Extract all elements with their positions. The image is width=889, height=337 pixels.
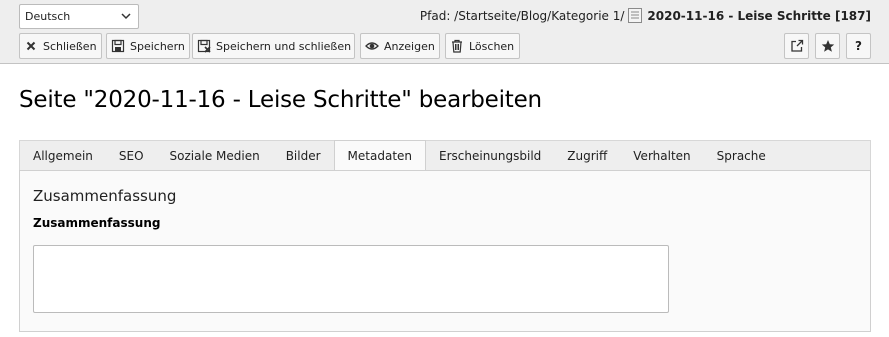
tab-sprache[interactable]: Sprache (704, 141, 779, 171)
view-button-label: Anzeigen (384, 39, 435, 53)
help-icon: ? (855, 39, 862, 53)
help-button[interactable]: ? (846, 33, 871, 59)
open-new-window-button[interactable] (784, 33, 809, 59)
close-icon (26, 41, 36, 51)
summary-field-label: Zusammenfassung (33, 216, 161, 230)
delete-button-label: Löschen (469, 39, 515, 53)
bookmark-button[interactable] (815, 33, 840, 59)
tab-allgemein[interactable]: Allgemein (20, 141, 106, 171)
breadcrumb-path: Pfad: /Startseite/Blog/Kategorie 1/ (419, 8, 625, 23)
tab-verhalten[interactable]: Verhalten (620, 141, 703, 171)
section-title: Zusammenfassung (33, 187, 177, 205)
docheader: Deutsch Pfad: /Startseite/Blog/Kategorie… (0, 0, 889, 64)
tab-seo[interactable]: SEO (106, 141, 157, 171)
floppy-disk-close-icon (197, 39, 211, 53)
close-button[interactable]: Schließen (19, 33, 102, 59)
tab-soziale-medien[interactable]: Soziale Medien (157, 141, 273, 171)
save-close-button[interactable]: Speichern und schließen (192, 33, 355, 59)
tab-panel-metadaten: Zusammenfassung Zusammenfassung (19, 170, 871, 332)
star-icon (821, 40, 834, 52)
record-title: 2020-11-16 - Leise Schritte [187] (647, 8, 871, 23)
floppy-disk-icon (111, 39, 125, 53)
save-button-label: Speichern (130, 39, 185, 53)
page-title: Seite "2020-11-16 - Leise Schritte" bear… (19, 87, 542, 113)
tab-zugriff[interactable]: Zugriff (554, 141, 620, 171)
view-button[interactable]: Anzeigen (360, 33, 440, 59)
external-link-icon (790, 39, 803, 52)
delete-button[interactable]: Löschen (445, 33, 520, 59)
tab-bilder[interactable]: Bilder (273, 141, 334, 171)
tab-metadaten[interactable]: Metadaten (333, 140, 427, 172)
save-button[interactable]: Speichern (106, 33, 190, 59)
breadcrumb: Pfad: /Startseite/Blog/Kategorie 1/ 2020… (420, 8, 871, 23)
page-icon (628, 8, 643, 23)
trash-icon (452, 39, 462, 53)
eye-icon (365, 42, 379, 50)
tab-erscheinungsbild[interactable]: Erscheinungsbild (426, 141, 554, 171)
chevron-down-icon (121, 13, 131, 20)
language-select[interactable]: Deutsch (19, 4, 139, 29)
save-close-button-label: Speichern und schließen (216, 39, 352, 53)
language-select-value: Deutsch (25, 10, 71, 23)
summary-textarea[interactable] (33, 245, 669, 313)
close-button-label: Schließen (43, 39, 97, 53)
tab-bar: Allgemein SEO Soziale Medien Bilder Meta… (19, 140, 871, 172)
